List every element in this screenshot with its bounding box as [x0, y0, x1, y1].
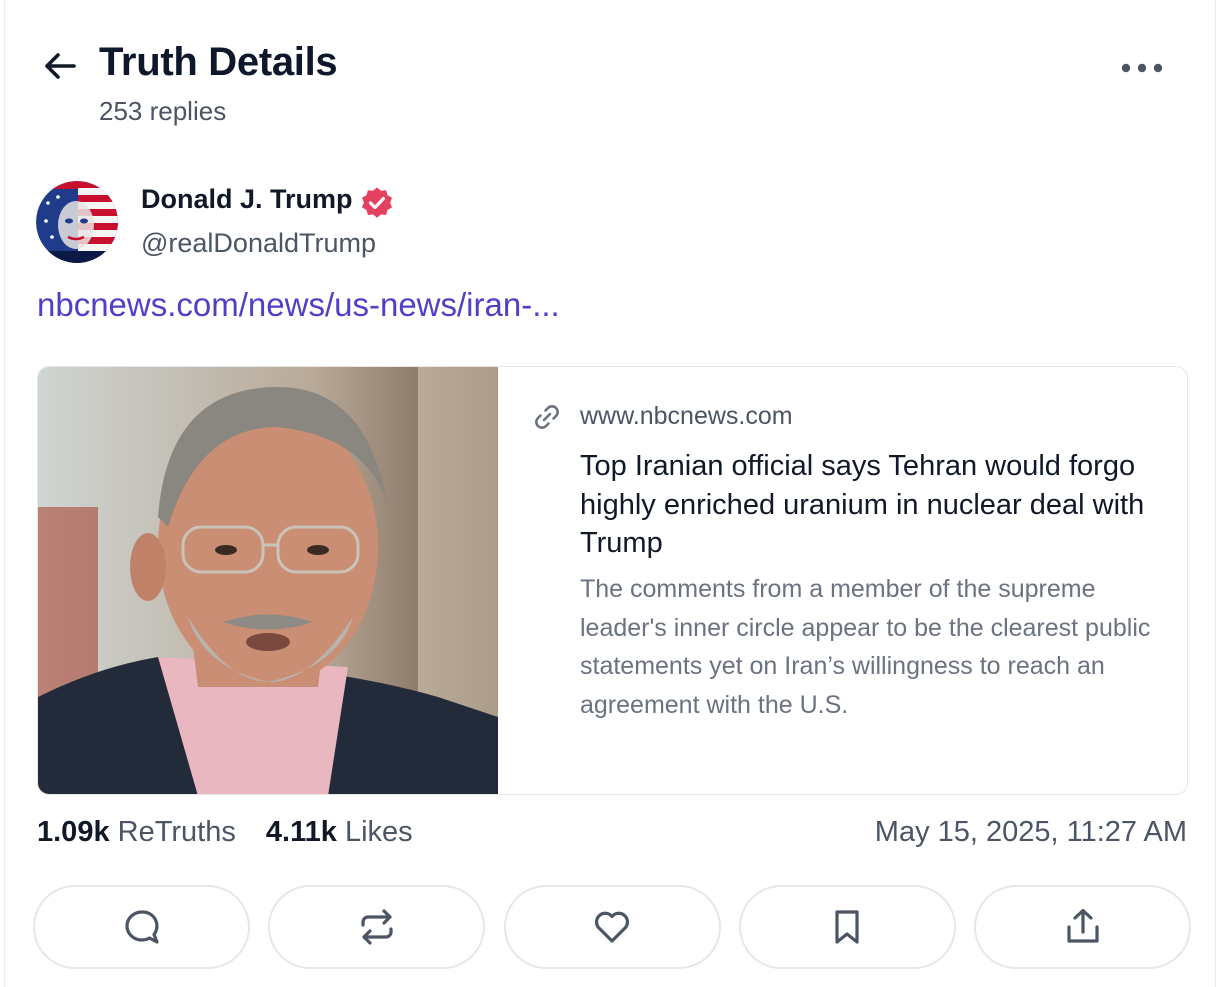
avatar-image [36, 181, 118, 263]
author-name[interactable]: Donald J. Trump [141, 184, 353, 215]
share-icon [1066, 908, 1099, 943]
retruth-icon [361, 909, 393, 945]
reply-icon [124, 910, 159, 944]
reply-button[interactable] [33, 885, 250, 969]
avatar[interactable] [36, 181, 118, 263]
retruths-count: 1.09k [37, 816, 110, 848]
action-bar [33, 885, 1191, 969]
card-description: The comments from a member of the suprem… [580, 575, 1151, 720]
post-stats: 1.09k ReTruths 4.11k Likes [37, 816, 413, 849]
retruths-stat[interactable]: 1.09k ReTruths [37, 816, 236, 848]
arrow-left-icon [45, 53, 76, 79]
retruth-button[interactable] [268, 885, 486, 969]
link-preview-card[interactable]: www.nbcnews.com Top Iranian official say… [37, 366, 1188, 795]
card-title: Top Iranian official says Tehran would f… [580, 450, 1145, 559]
more-horizontal-icon [1121, 63, 1163, 73]
post-link[interactable]: nbcnews.com/news/us-news/iran-... [37, 286, 560, 324]
retruths-label: ReTruths [117, 816, 236, 848]
more-options-button[interactable] [1116, 52, 1168, 84]
heart-icon [594, 911, 630, 943]
likes-stat[interactable]: 4.11k Likes [266, 816, 413, 848]
bookmark-icon [835, 910, 859, 944]
page-title: Truth Details [99, 40, 338, 84]
author-handle[interactable]: @realDonaldTrump [141, 228, 376, 259]
likes-count: 4.11k [265, 816, 337, 848]
share-button[interactable] [974, 885, 1191, 969]
post-timestamp: May 15, 2025, 11:27 AM [874, 816, 1187, 848]
verified-badge-icon [360, 186, 394, 220]
likes-label: Likes [344, 816, 413, 848]
link-icon [535, 405, 559, 429]
bookmark-button[interactable] [738, 885, 956, 969]
reply-count: 253 replies [99, 96, 227, 126]
article-image [38, 367, 498, 794]
back-button[interactable] [38, 44, 82, 88]
card-domain: www.nbcnews.com [580, 402, 793, 430]
like-button[interactable] [503, 885, 721, 969]
